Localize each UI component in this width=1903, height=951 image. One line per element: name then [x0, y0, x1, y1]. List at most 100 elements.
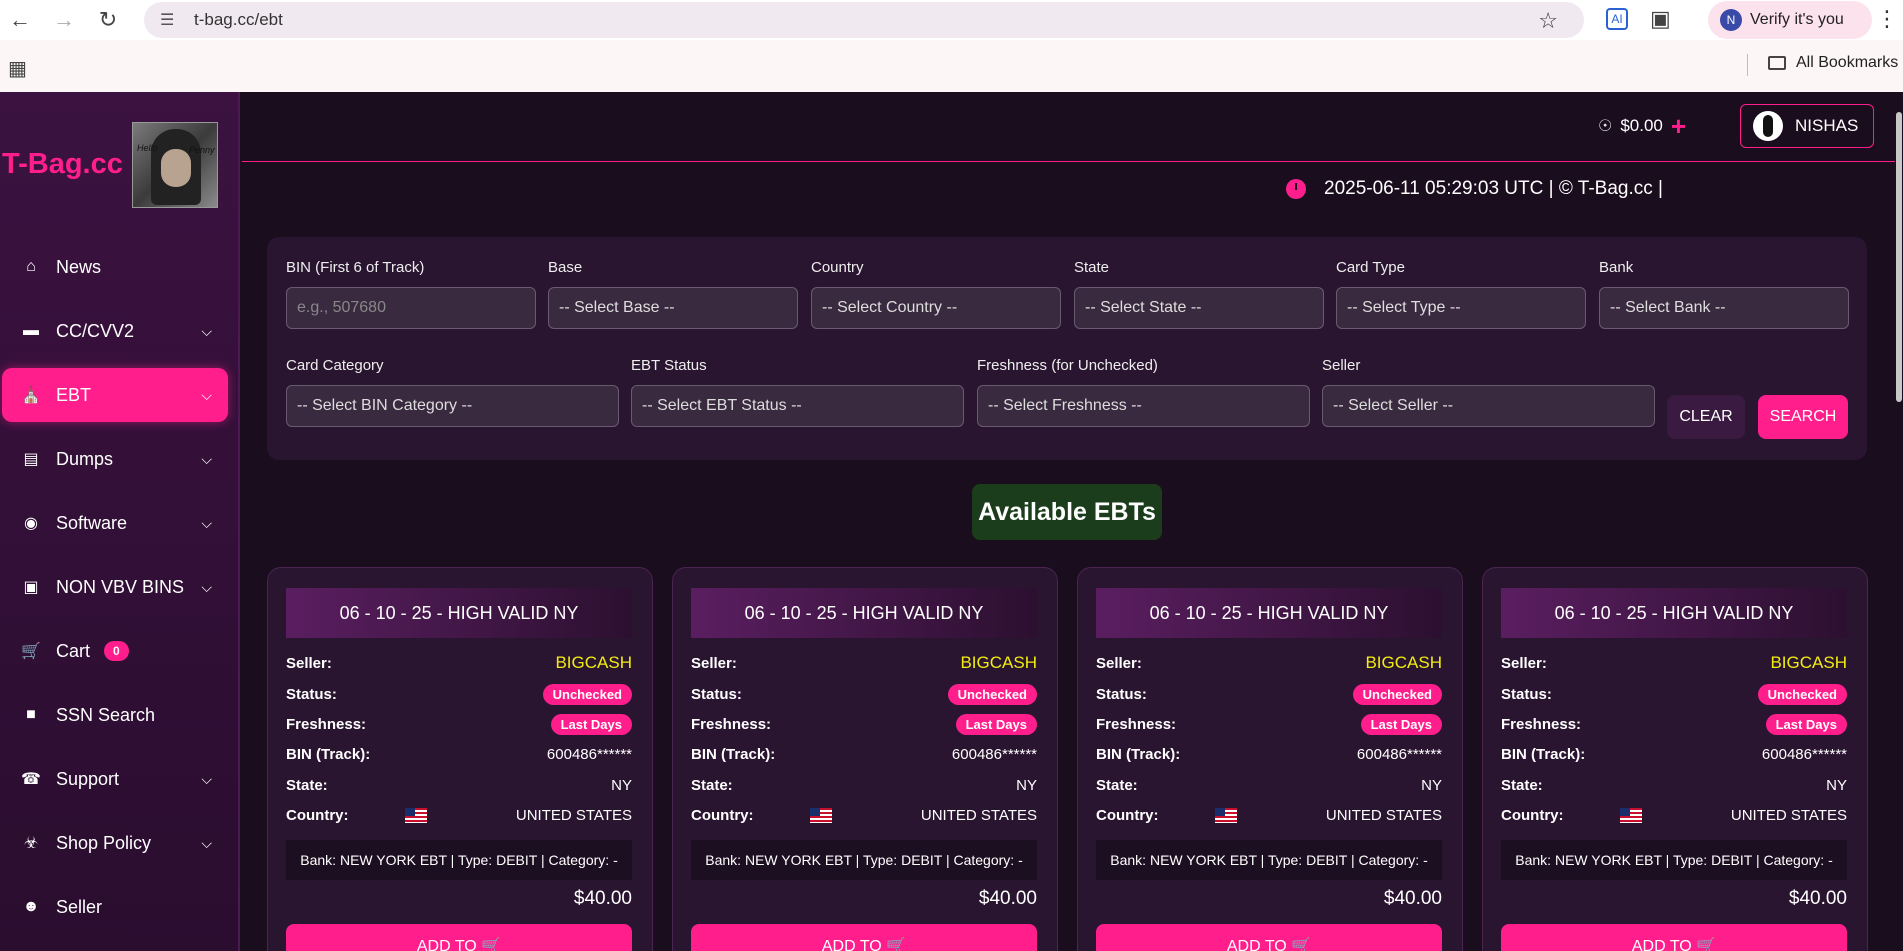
status-label: Status:	[691, 685, 742, 703]
state-row-label: State:	[691, 776, 733, 794]
state-label: State	[1074, 259, 1110, 276]
bin-row-label: BIN (Track):	[691, 745, 776, 763]
freshness-badge: Last Days	[1360, 713, 1442, 735]
username: NISHAS	[1795, 116, 1859, 135]
seller-value[interactable]: BIGCASH	[1365, 653, 1442, 673]
country-select[interactable]: -- Select Country --	[811, 287, 1061, 329]
card-type-select[interactable]: -- Select Type --	[1336, 287, 1586, 329]
bank-select[interactable]: -- Select Bank --	[1599, 287, 1849, 329]
seller-value[interactable]: BIGCASH	[1770, 653, 1847, 673]
server-datetime: 2025-06-11 05:29:03 UTC | © T-Bag.cc |	[1286, 178, 1663, 200]
sidebar-item-shop-policy[interactable]: ☣ Shop Policy ⌵	[2, 818, 228, 868]
freshness-row-label: Freshness:	[691, 715, 772, 733]
card-status-row: Status: Unchecked	[1501, 683, 1847, 705]
building-icon: ■	[26, 706, 36, 723]
sidebar-item-ebt[interactable]: ⛪ EBT ⌵	[2, 368, 228, 422]
state-select[interactable]: -- Select State --	[1074, 287, 1324, 329]
bookmarks-divider	[1747, 54, 1748, 76]
country-value: UNITED STATES	[515, 806, 632, 824]
headset-icon: ☎	[21, 771, 41, 788]
sidebar-item-support[interactable]: ☎ Support ⌵	[2, 754, 228, 804]
state-value: NY	[1826, 776, 1847, 794]
seller-select[interactable]: -- Select Seller --	[1322, 385, 1655, 427]
credit-card-icon: ▬	[23, 322, 39, 339]
country-row-label: Country:	[691, 806, 754, 824]
sidebar-item-label: EBT	[56, 384, 92, 405]
add-to-cart-button[interactable]: ADD TO 🛒	[1501, 924, 1847, 951]
brand-logo-text[interactable]: T-Bag.cc	[2, 148, 123, 181]
card-state-row: State: NY	[1501, 774, 1847, 796]
scrollbar-thumb[interactable]	[1896, 112, 1902, 402]
url-text: t-bag.cc/ebt	[194, 10, 283, 29]
sidebar-item-news[interactable]: ⌂ News	[2, 242, 228, 292]
ebt-status-select[interactable]: -- Select EBT Status --	[631, 385, 964, 427]
chevron-down-icon: ⌵	[201, 322, 212, 339]
bin-value: 600486******	[546, 745, 632, 763]
us-flag-icon	[404, 807, 427, 823]
state-row-label: State:	[1501, 776, 1543, 794]
status-label: Status:	[1501, 685, 1552, 703]
page-scrollbar[interactable]	[1895, 92, 1903, 951]
sidebar-item-label: Software	[56, 512, 128, 533]
card-category-select[interactable]: -- Select BIN Category --	[286, 385, 619, 427]
user-menu-button[interactable]: NISHAS	[1740, 104, 1874, 148]
state-value: NY	[1016, 776, 1037, 794]
seller-label: Seller:	[1096, 654, 1142, 672]
clear-button[interactable]: CLEAR	[1667, 395, 1745, 439]
reload-icon[interactable]: ↻	[90, 2, 126, 38]
sidebar-item-non-vbv-bins[interactable]: ▣ NON VBV BINS ⌵	[2, 562, 228, 612]
chevron-down-icon: ⌵	[201, 578, 212, 595]
card-seller-row: Seller: BIGCASH	[1501, 652, 1847, 674]
status-badge: Unchecked	[1757, 683, 1847, 705]
wallet-balance[interactable]: ☉ $0.00 +	[1598, 113, 1686, 139]
seller-value[interactable]: BIGCASH	[555, 653, 632, 673]
folder-icon	[1768, 56, 1786, 70]
sidebar-item-label: Support	[56, 768, 120, 789]
extension-icon[interactable]: AI	[1606, 8, 1628, 30]
back-arrow-icon[interactable]: ←	[2, 2, 38, 38]
sidebar-item-label: SSN Search	[56, 704, 156, 725]
country-value: UNITED STATES	[920, 806, 1037, 824]
bin-input[interactable]: e.g., 507680	[286, 287, 536, 329]
status-badge: Unchecked	[542, 683, 632, 705]
add-funds-icon[interactable]: +	[1671, 113, 1686, 139]
ebt-card: 06 - 10 - 25 - HIGH VALID NY Seller: BIG…	[1482, 567, 1868, 951]
all-bookmarks-button[interactable]: All Bookmarks	[1768, 54, 1898, 72]
sidebar-item-cc-cvv2[interactable]: ▬ CC/CVV2 ⌵	[2, 306, 228, 356]
forward-arrow-icon[interactable]: →	[46, 2, 82, 38]
card-bin-row: BIN (Track): 600486******	[1096, 743, 1442, 765]
profile-button[interactable]: N Verify it's you	[1708, 1, 1872, 39]
seller-value[interactable]: BIGCASH	[960, 653, 1037, 673]
add-to-cart-button[interactable]: ADD TO 🛒	[286, 924, 632, 951]
sidebar-item-software[interactable]: ◉ Software ⌵	[2, 498, 228, 548]
add-to-cart-button[interactable]: ADD TO 🛒	[1096, 924, 1442, 951]
freshness-select[interactable]: -- Select Freshness --	[977, 385, 1310, 427]
more-options-icon[interactable]: ⋮	[1876, 6, 1898, 32]
card-country-row: Country: UNITED STATES	[286, 804, 632, 826]
sidebar-item-seller[interactable]: ☻ Seller	[2, 882, 228, 932]
sidebar-item-dumps[interactable]: ▤ Dumps ⌵	[2, 434, 228, 484]
card-state-row: State: NY	[286, 774, 632, 796]
all-bookmarks-label: All Bookmarks	[1796, 54, 1899, 71]
base-select[interactable]: -- Select Base --	[548, 287, 798, 329]
sidebar-item-cart[interactable]: 🛒 Cart 0	[2, 626, 228, 676]
ebt-card: 06 - 10 - 25 - HIGH VALID NY Seller: BIG…	[267, 567, 653, 951]
apps-grid-icon[interactable]: ▦	[8, 56, 27, 81]
card-country-row: Country: UNITED STATES	[691, 804, 1037, 826]
card-seller-row: Seller: BIGCASH	[691, 652, 1037, 674]
bookmark-star-icon[interactable]: ☆	[1538, 8, 1558, 34]
browser-toolbar: ← → ↻ ☰ t-bag.cc/ebt ☆ AI ▣ N Verify it'…	[0, 0, 1903, 40]
sidebar-item-ssn-search[interactable]: ■ SSN Search	[2, 690, 228, 740]
sidebar-item-label: Cart	[56, 640, 91, 661]
search-button[interactable]: SEARCH	[1758, 395, 1848, 439]
disc-icon: ◉	[24, 515, 38, 532]
card-freshness-row: Freshness: Last Days	[1096, 713, 1442, 735]
address-bar[interactable]: ☰ t-bag.cc/ebt ☆	[144, 2, 1584, 38]
logo-text-left: Hello	[137, 143, 158, 153]
site-settings-icon[interactable]: ☰	[160, 10, 182, 30]
puzzle-icon[interactable]: ▣	[1650, 6, 1671, 32]
card-title: 06 - 10 - 25 - HIGH VALID NY	[1096, 588, 1442, 638]
add-to-cart-button[interactable]: ADD TO 🛒	[691, 924, 1037, 951]
us-flag-icon	[1214, 807, 1237, 823]
freshness-badge: Last Days	[1765, 713, 1847, 735]
